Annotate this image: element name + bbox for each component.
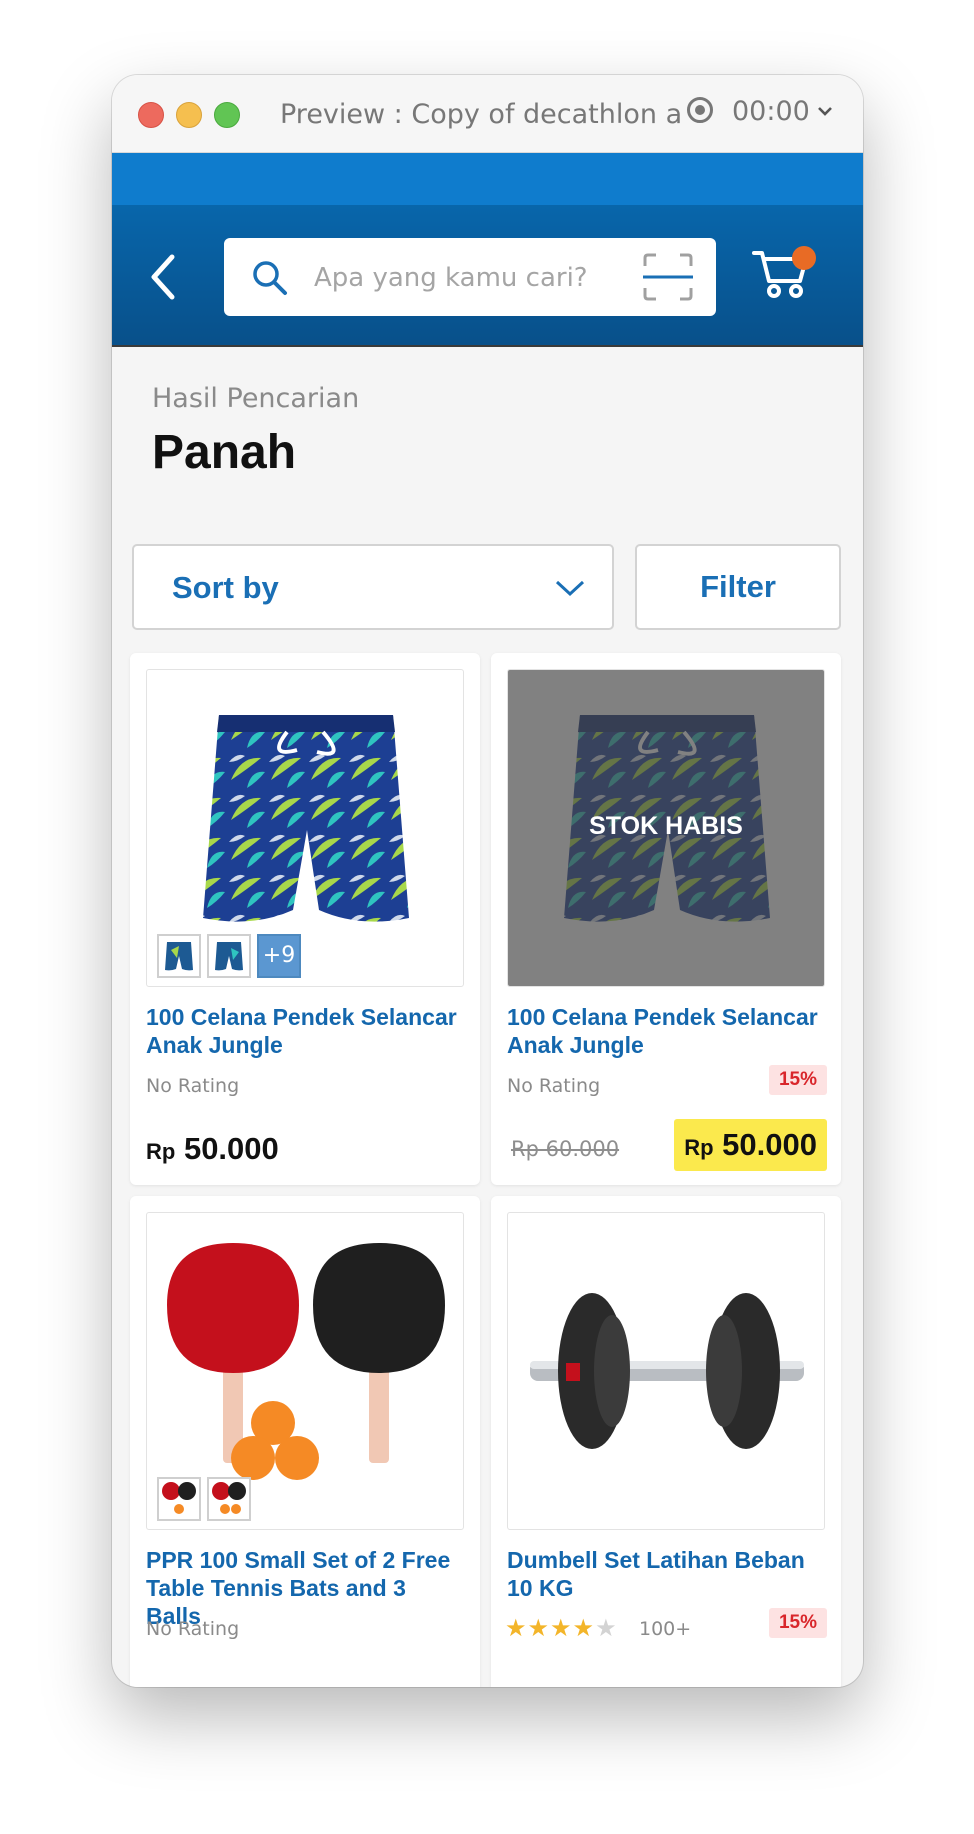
back-arrow-icon[interactable] [148,253,178,301]
product-image[interactable]: STOK HABIS [507,669,825,987]
more-variants-button[interactable]: +9 [257,934,301,978]
star-filled-icon: ★ [572,1615,595,1642]
zoom-window-button[interactable] [214,102,240,128]
search-results-subtitle: Hasil Pencarian [152,383,360,414]
close-window-button[interactable] [138,102,164,128]
dumbbell-image [530,1293,804,1449]
search-bar[interactable] [224,238,716,316]
rating-text: No Rating [146,1618,240,1640]
app-header [112,153,863,347]
search-query-title: Panah [152,426,297,479]
rating-text: No Rating [507,1075,601,1097]
product-image[interactable]: +9 [146,669,464,987]
product-name[interactable]: 100 Celana Pendek Selancar Anak Jungle [146,1003,466,1059]
record-icon[interactable] [687,97,713,123]
preview-window: Preview : Copy of decathlon a... 00:00 A… [112,75,863,1687]
search-input[interactable] [312,256,616,300]
sort-by-dropdown[interactable]: Sort by [132,544,614,630]
star-filled-icon: ★ [550,1615,572,1642]
chevron-down-icon [555,580,585,597]
barcode-scan-icon[interactable] [642,252,694,302]
star-empty-icon: ★ [595,1615,617,1642]
filter-button[interactable]: Filter [635,544,841,630]
variant-thumbnail[interactable] [157,1477,201,1521]
variant-thumbnail[interactable] [157,934,201,978]
product-card[interactable]: +9 100 Celana Pendek Selancar Anak Jungl… [130,653,480,1185]
price-value: 50.000 [722,1127,817,1162]
currency-label: Rp [684,1135,714,1160]
minimize-window-button[interactable] [176,102,202,128]
product-name[interactable]: 100 Celana Pendek Selancar Anak Jungle [507,1003,827,1059]
product-price: Rp 50.000 [146,1131,279,1167]
rating-text: No Rating [146,1075,240,1097]
recording-timer: 00:00 [732,96,810,127]
thumbnail-strip [157,1477,251,1521]
price-value: 50.000 [183,1131,279,1166]
star-filled-icon: ★ [527,1615,550,1642]
discount-badge: 15% [768,1608,827,1638]
chevron-down-icon[interactable] [817,105,833,117]
sale-price: Rp 50.000 [674,1119,827,1171]
product-card[interactable]: STOK HABIS 100 Celana Pendek Selancar An… [491,653,841,1185]
product-image[interactable] [507,1212,825,1530]
original-price: Rp 60.000 [511,1137,620,1161]
cart-notification-badge [792,246,816,270]
product-image[interactable] [146,1212,464,1530]
product-card[interactable]: PPR 100 Small Set of 2 Free Table Tennis… [130,1196,480,1687]
variant-thumbnail[interactable] [207,934,251,978]
thumbnail-strip: +9 [157,934,301,978]
product-name[interactable]: Dumbell Set Latihan Beban 10 KG [507,1546,827,1602]
rating-count: 100+ [639,1618,692,1640]
product-card[interactable]: Dumbell Set Latihan Beban 10 KG ★ ★ ★ ★ ★ 10… [491,1196,841,1687]
search-icon [253,261,287,295]
discount-badge: 15% [768,1065,827,1095]
window-titlebar: Preview : Copy of decathlon a... 00:00 [112,75,863,153]
variant-thumbnail[interactable] [207,1477,251,1521]
window-title: Preview : Copy of decathlon a... [280,99,680,130]
sort-by-label: Sort by [172,570,279,605]
out-of-stock-label: STOK HABIS [589,812,743,840]
currency-label: Rp [146,1139,176,1164]
star-rating: ★ ★ ★ ★ ★ [505,1617,617,1641]
star-filled-icon: ★ [505,1615,527,1642]
